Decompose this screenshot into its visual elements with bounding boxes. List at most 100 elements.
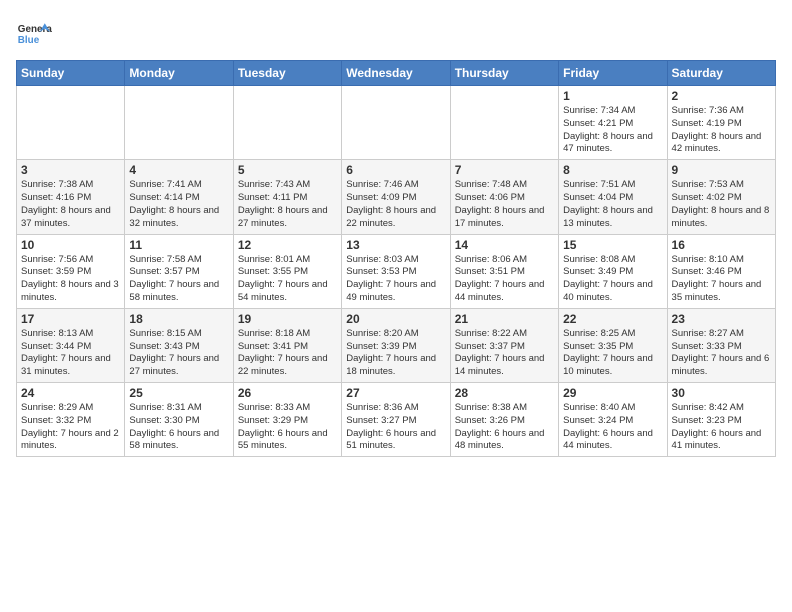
day-number: 2	[672, 89, 771, 103]
day-number: 29	[563, 386, 662, 400]
day-number: 22	[563, 312, 662, 326]
day-info: Sunrise: 7:34 AMSunset: 4:21 PMDaylight:…	[563, 105, 662, 156]
day-number: 12	[238, 238, 337, 252]
logo: General Blue	[16, 16, 52, 52]
day-number: 15	[563, 238, 662, 252]
calendar-cell: 10 Sunrise: 7:56 AMSunset: 3:59 PMDayligh…	[17, 234, 125, 308]
day-info: Sunrise: 7:41 AMSunset: 4:14 PMDaylight:…	[129, 179, 228, 230]
day-number: 1	[563, 89, 662, 103]
day-info: Sunrise: 8:36 AMSunset: 3:27 PMDaylight:…	[346, 402, 445, 453]
day-info: Sunrise: 7:46 AMSunset: 4:09 PMDaylight:…	[346, 179, 445, 230]
calendar-cell: 30 Sunrise: 8:42 AMSunset: 3:23 PMDayligh…	[667, 383, 775, 457]
day-number: 4	[129, 163, 228, 177]
day-number: 5	[238, 163, 337, 177]
day-number: 9	[672, 163, 771, 177]
calendar-cell: 21 Sunrise: 8:22 AMSunset: 3:37 PMDayligh…	[450, 308, 558, 382]
day-info: Sunrise: 7:51 AMSunset: 4:04 PMDaylight:…	[563, 179, 662, 230]
calendar-cell: 27 Sunrise: 8:36 AMSunset: 3:27 PMDayligh…	[342, 383, 450, 457]
day-number: 3	[21, 163, 120, 177]
day-number: 8	[563, 163, 662, 177]
day-info: Sunrise: 8:10 AMSunset: 3:46 PMDaylight:…	[672, 254, 771, 305]
calendar-cell: 28 Sunrise: 8:38 AMSunset: 3:26 PMDayligh…	[450, 383, 558, 457]
day-info: Sunrise: 7:48 AMSunset: 4:06 PMDaylight:…	[455, 179, 554, 230]
calendar-cell: 1 Sunrise: 7:34 AMSunset: 4:21 PMDaylight…	[559, 86, 667, 160]
day-info: Sunrise: 8:38 AMSunset: 3:26 PMDaylight:…	[455, 402, 554, 453]
day-info: Sunrise: 8:31 AMSunset: 3:30 PMDaylight:…	[129, 402, 228, 453]
calendar-cell: 11 Sunrise: 7:58 AMSunset: 3:57 PMDayligh…	[125, 234, 233, 308]
day-info: Sunrise: 8:27 AMSunset: 3:33 PMDaylight:…	[672, 328, 771, 379]
day-info: Sunrise: 8:40 AMSunset: 3:24 PMDaylight:…	[563, 402, 662, 453]
day-number: 24	[21, 386, 120, 400]
day-number: 30	[672, 386, 771, 400]
calendar-cell	[342, 86, 450, 160]
svg-text:Blue: Blue	[18, 35, 40, 46]
calendar-cell	[233, 86, 341, 160]
weekday-header: Wednesday	[342, 61, 450, 86]
calendar-cell: 12Sunrise: 8:01 AMSunset: 3:55 PMDayligh…	[233, 234, 341, 308]
day-number: 19	[238, 312, 337, 326]
calendar-cell: 29 Sunrise: 8:40 AMSunset: 3:24 PMDayligh…	[559, 383, 667, 457]
day-number: 23	[672, 312, 771, 326]
calendar-cell: 17 Sunrise: 8:13 AMSunset: 3:44 PMDayligh…	[17, 308, 125, 382]
calendar-cell: 2 Sunrise: 7:36 AMSunset: 4:19 PMDaylight…	[667, 86, 775, 160]
day-number: 18	[129, 312, 228, 326]
day-info: Sunrise: 8:06 AMSunset: 3:51 PMDaylight:…	[455, 254, 554, 305]
calendar-cell	[125, 86, 233, 160]
calendar-cell: 13 Sunrise: 8:03 AMSunset: 3:53 PMDayligh…	[342, 234, 450, 308]
day-number: 25	[129, 386, 228, 400]
day-info: Sunrise: 8:29 AMSunset: 3:32 PMDaylight:…	[21, 402, 120, 453]
day-info: Sunrise: 8:33 AMSunset: 3:29 PMDaylight:…	[238, 402, 337, 453]
day-number: 17	[21, 312, 120, 326]
logo-icon: General Blue	[16, 16, 52, 52]
weekday-header: Friday	[559, 61, 667, 86]
day-number: 14	[455, 238, 554, 252]
calendar-cell: 25 Sunrise: 8:31 AMSunset: 3:30 PMDayligh…	[125, 383, 233, 457]
calendar-cell: 18 Sunrise: 8:15 AMSunset: 3:43 PMDayligh…	[125, 308, 233, 382]
day-info: Sunrise: 7:58 AMSunset: 3:57 PMDaylight:…	[129, 254, 228, 305]
day-info: Sunrise: 8:20 AMSunset: 3:39 PMDaylight:…	[346, 328, 445, 379]
day-number: 27	[346, 386, 445, 400]
calendar-cell: 8 Sunrise: 7:51 AMSunset: 4:04 PMDaylight…	[559, 160, 667, 234]
day-info: Sunrise: 7:36 AMSunset: 4:19 PMDaylight:…	[672, 105, 771, 156]
calendar-cell	[450, 86, 558, 160]
day-info: Sunrise: 7:53 AMSunset: 4:02 PMDaylight:…	[672, 179, 771, 230]
calendar-cell: 22 Sunrise: 8:25 AMSunset: 3:35 PMDayligh…	[559, 308, 667, 382]
calendar-cell: 16 Sunrise: 8:10 AMSunset: 3:46 PMDayligh…	[667, 234, 775, 308]
calendar-cell: 23 Sunrise: 8:27 AMSunset: 3:33 PMDayligh…	[667, 308, 775, 382]
day-number: 7	[455, 163, 554, 177]
weekday-header: Sunday	[17, 61, 125, 86]
day-number: 26	[238, 386, 337, 400]
calendar-cell: 4 Sunrise: 7:41 AMSunset: 4:14 PMDaylight…	[125, 160, 233, 234]
day-number: 10	[21, 238, 120, 252]
day-info: Sunrise: 8:13 AMSunset: 3:44 PMDaylight:…	[21, 328, 120, 379]
calendar-cell: 15 Sunrise: 8:08 AMSunset: 3:49 PMDayligh…	[559, 234, 667, 308]
weekday-header: Thursday	[450, 61, 558, 86]
calendar-cell	[17, 86, 125, 160]
day-info: Sunrise: 8:15 AMSunset: 3:43 PMDaylight:…	[129, 328, 228, 379]
weekday-header: Tuesday	[233, 61, 341, 86]
day-number: 20	[346, 312, 445, 326]
calendar-cell: 9 Sunrise: 7:53 AMSunset: 4:02 PMDaylight…	[667, 160, 775, 234]
day-number: 21	[455, 312, 554, 326]
calendar: SundayMondayTuesdayWednesdayThursdayFrid…	[16, 60, 776, 457]
day-number: 16	[672, 238, 771, 252]
day-number: 13	[346, 238, 445, 252]
day-info: Sunrise: 8:08 AMSunset: 3:49 PMDaylight:…	[563, 254, 662, 305]
day-info: Sunrise: 7:56 AMSunset: 3:59 PMDaylight:…	[21, 254, 120, 305]
weekday-header: Saturday	[667, 61, 775, 86]
day-number: 28	[455, 386, 554, 400]
calendar-cell: 7 Sunrise: 7:48 AMSunset: 4:06 PMDaylight…	[450, 160, 558, 234]
calendar-cell: 20 Sunrise: 8:20 AMSunset: 3:39 PMDayligh…	[342, 308, 450, 382]
day-info: Sunrise: 7:38 AMSunset: 4:16 PMDaylight:…	[21, 179, 120, 230]
calendar-cell: 26 Sunrise: 8:33 AMSunset: 3:29 PMDayligh…	[233, 383, 341, 457]
calendar-cell: 24 Sunrise: 8:29 AMSunset: 3:32 PMDayligh…	[17, 383, 125, 457]
day-info: Sunrise: 8:18 AMSunset: 3:41 PMDaylight:…	[238, 328, 337, 379]
calendar-cell: 5Sunrise: 7:43 AMSunset: 4:11 PMDaylight…	[233, 160, 341, 234]
calendar-cell: 6Sunrise: 7:46 AMSunset: 4:09 PMDaylight…	[342, 160, 450, 234]
day-info: Sunrise: 8:22 AMSunset: 3:37 PMDaylight:…	[455, 328, 554, 379]
day-info: Sunrise: 8:42 AMSunset: 3:23 PMDaylight:…	[672, 402, 771, 453]
day-info: Sunrise: 8:25 AMSunset: 3:35 PMDaylight:…	[563, 328, 662, 379]
calendar-cell: 14 Sunrise: 8:06 AMSunset: 3:51 PMDayligh…	[450, 234, 558, 308]
day-info: Sunrise: 8:03 AMSunset: 3:53 PMDaylight:…	[346, 254, 445, 305]
day-number: 11	[129, 238, 228, 252]
